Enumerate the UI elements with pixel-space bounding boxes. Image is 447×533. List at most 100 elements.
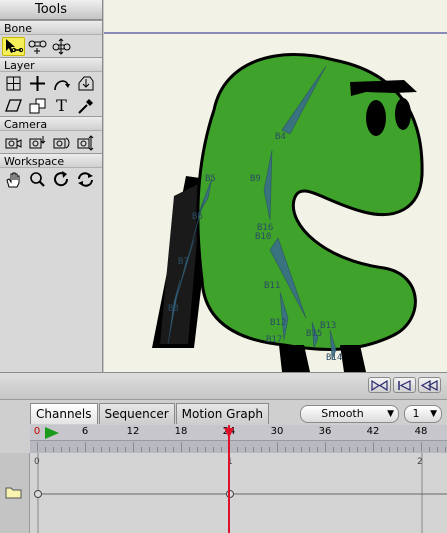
ruler-tick xyxy=(157,447,158,452)
timeline-panel: Channels Sequencer Motion Graph Smooth ▼… xyxy=(0,372,447,533)
tab-motion-graph[interactable]: Motion Graph xyxy=(175,403,269,424)
ruler-tick xyxy=(237,447,238,452)
ruler-tick xyxy=(437,447,438,452)
tool-group-camera xyxy=(0,131,102,153)
ruler-label-6: 6 xyxy=(81,426,89,437)
eyedropper-icon[interactable] xyxy=(74,96,97,115)
bone-label-b6: B6 xyxy=(192,212,203,222)
body-shape xyxy=(196,52,424,351)
ruler-tick xyxy=(197,447,198,452)
ruler-tick xyxy=(269,447,270,452)
translate-layer-icon[interactable] xyxy=(26,74,49,93)
ruler-tick xyxy=(421,442,422,452)
bone-label-b17: B17 xyxy=(266,335,282,345)
channel-graph: 0 1 2 xyxy=(34,453,447,533)
bone-label-b8: B8 xyxy=(168,304,179,314)
ruler-tick xyxy=(301,447,302,452)
interpolation-dropdown[interactable]: Smooth ▼ xyxy=(300,405,399,423)
ruler-tick xyxy=(277,442,278,452)
rewind-button[interactable] xyxy=(418,377,441,393)
scale-layer-icon[interactable] xyxy=(74,74,97,93)
frame-step-value: 1 xyxy=(412,407,420,420)
bone-label-b16: B16 xyxy=(257,223,273,233)
tool-group-layer-label: Layer xyxy=(0,57,102,72)
bone-label-b9: B9 xyxy=(250,174,261,184)
bone-label-b13: B13 xyxy=(320,321,336,331)
tool-group-camera-label: Camera xyxy=(0,116,102,131)
ruler-tick xyxy=(109,447,110,452)
keyframe-interp-button[interactable] xyxy=(368,377,391,393)
previous-keyframe-button[interactable] xyxy=(393,377,416,393)
ruler-tick xyxy=(333,447,334,452)
ruler-tick xyxy=(165,447,166,452)
ruler-tick xyxy=(133,442,134,452)
tool-group-bone xyxy=(0,35,102,57)
playhead-line[interactable] xyxy=(228,425,230,533)
camera-zoom-icon[interactable] xyxy=(26,133,49,152)
hand-pan-icon[interactable] xyxy=(2,170,25,189)
reset-workspace-icon[interactable] xyxy=(74,170,97,189)
ruler-tick xyxy=(181,442,182,452)
rotate-workspace-icon[interactable] xyxy=(50,170,73,189)
translate-bone-icon[interactable] xyxy=(26,37,49,56)
graph-scale-0: 0 xyxy=(34,457,40,467)
ruler-tick xyxy=(141,447,142,452)
frame-number-bar: 0612182430364248 xyxy=(30,425,447,441)
ruler-tick xyxy=(309,447,310,452)
tab-channels[interactable]: Channels xyxy=(30,403,98,424)
tool-group-workspace-label: Workspace xyxy=(0,153,102,168)
ruler-label-12: 12 xyxy=(126,426,140,437)
ruler-tick xyxy=(93,447,94,452)
ruler-tick xyxy=(149,447,150,452)
timeline-toolbar xyxy=(0,373,447,400)
ruler-tick xyxy=(205,447,206,452)
folder-icon[interactable] xyxy=(5,485,22,499)
frame-step-dropdown[interactable]: 1 ▼ xyxy=(404,405,442,423)
ruler-tick xyxy=(413,447,414,452)
drawing-canvas[interactable]: B4 B5 B6 B7 B8 B9 B10 B11 B12 B13 B14 B1… xyxy=(104,0,447,372)
graph-scale-2: 2 xyxy=(417,457,423,467)
ruler-tick xyxy=(37,442,38,452)
keyframe-point[interactable] xyxy=(34,490,42,498)
tab-sequencer[interactable]: Sequencer xyxy=(98,403,175,424)
ruler-tick xyxy=(317,447,318,452)
ruler-tick xyxy=(221,447,222,452)
ruler-tick xyxy=(381,447,382,452)
select-bone-icon[interactable] xyxy=(2,37,25,56)
tool-group-bone-label: Bone xyxy=(0,20,102,35)
bowtie-icon xyxy=(371,379,388,391)
ruler-tick xyxy=(325,442,326,452)
ruler-tick xyxy=(45,447,46,452)
ruler-tick xyxy=(61,447,62,452)
channel-graph-area[interactable]: 0 1 2 xyxy=(30,453,447,533)
ruler-tick xyxy=(397,447,398,452)
bone-label-b5: B5 xyxy=(205,174,216,184)
shear-layer-icon[interactable] xyxy=(2,96,25,115)
ruler-tick xyxy=(213,447,214,452)
zoom-magnifier-icon[interactable] xyxy=(26,170,49,189)
frame-ruler[interactable]: 0612182430364248 xyxy=(30,425,447,453)
camera-roll-icon[interactable] xyxy=(50,133,73,152)
tool-group-layer-row-2: T xyxy=(0,94,102,116)
right-eye xyxy=(395,98,411,130)
ruler-tick xyxy=(445,447,446,452)
perspective-layer-icon[interactable] xyxy=(26,96,49,115)
text-icon[interactable]: T xyxy=(50,96,73,115)
ruler-tick xyxy=(189,447,190,452)
bone-label-b10: B10 xyxy=(255,232,271,242)
bone-label-b12: B12 xyxy=(270,318,286,328)
camera-pan-tilt-icon[interactable] xyxy=(74,133,97,152)
scale-bone-icon[interactable] xyxy=(50,37,73,56)
ruler-tick xyxy=(373,442,374,452)
set-origin-icon[interactable] xyxy=(2,74,25,93)
play-icon[interactable] xyxy=(44,426,60,440)
rotate-layer-icon[interactable] xyxy=(50,74,73,93)
tool-group-layer-row-1 xyxy=(0,72,102,94)
ruler-tick xyxy=(77,447,78,452)
moho-app-window: Tools Bone Layer T Camera Workspace B4 B… xyxy=(0,0,447,533)
ruler-tick xyxy=(261,447,262,452)
bone-label-b11: B11 xyxy=(264,281,280,291)
ruler-tick xyxy=(125,447,126,452)
bone-label-b14: B14 xyxy=(326,353,342,363)
camera-track-icon[interactable] xyxy=(2,133,25,152)
